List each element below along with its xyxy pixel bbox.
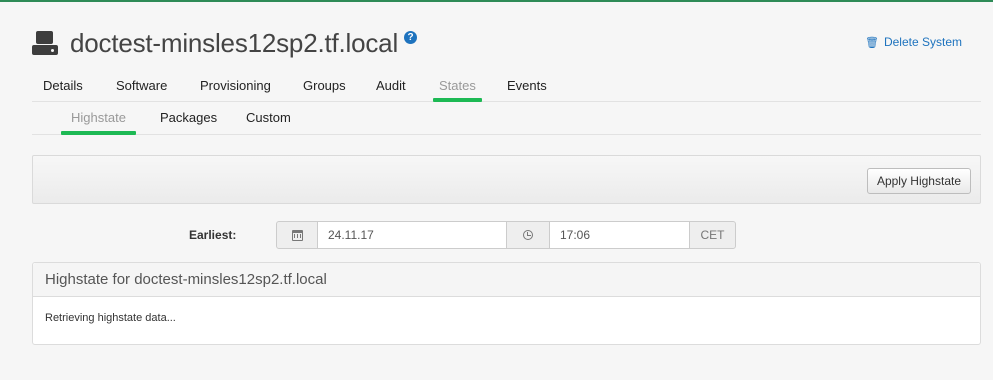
clock-icon[interactable] xyxy=(506,221,550,249)
highstate-panel: Highstate for doctest-minsles12sp2.tf.lo… xyxy=(32,262,981,345)
schedule-row: Earliest: CET xyxy=(0,221,993,249)
subtab-packages[interactable]: Packages xyxy=(160,110,217,135)
top-border xyxy=(0,0,993,2)
delete-system-link[interactable]: 🗑 Delete System xyxy=(865,35,962,49)
tab-states[interactable]: States xyxy=(433,78,482,102)
earliest-label: Earliest: xyxy=(189,228,237,242)
date-input[interactable] xyxy=(317,221,507,249)
subtab-custom[interactable]: Custom xyxy=(246,110,291,135)
tab-audit[interactable]: Audit xyxy=(376,78,406,102)
trash-icon: 🗑 xyxy=(865,36,879,49)
action-bar: Apply Highstate xyxy=(32,155,981,204)
page-header: doctest-minsles12sp2.tf.local ? xyxy=(32,26,418,60)
tab-software[interactable]: Software xyxy=(116,78,167,102)
page-title: doctest-minsles12sp2.tf.local xyxy=(70,27,399,58)
states-subtabs: Highstate Packages Custom xyxy=(32,110,981,135)
apply-highstate-button[interactable]: Apply Highstate xyxy=(866,168,971,194)
calendar-icon[interactable] xyxy=(276,221,318,249)
system-tabs: Details Software Provisioning Groups Aud… xyxy=(32,78,981,102)
tab-events[interactable]: Events xyxy=(507,78,547,102)
panel-body-text: Retrieving highstate data... xyxy=(45,312,176,324)
subtab-highstate[interactable]: Highstate xyxy=(61,110,136,135)
delete-system-label: Delete System xyxy=(883,35,962,49)
time-input[interactable] xyxy=(549,221,690,249)
tab-provisioning[interactable]: Provisioning xyxy=(200,78,271,102)
tab-groups[interactable]: Groups xyxy=(303,78,346,102)
tab-details[interactable]: Details xyxy=(43,78,83,102)
timezone-label: CET xyxy=(689,221,736,249)
help-icon[interactable]: ? xyxy=(404,30,418,44)
panel-heading: Highstate for doctest-minsles12sp2.tf.lo… xyxy=(33,263,980,297)
system-icon xyxy=(32,31,58,55)
